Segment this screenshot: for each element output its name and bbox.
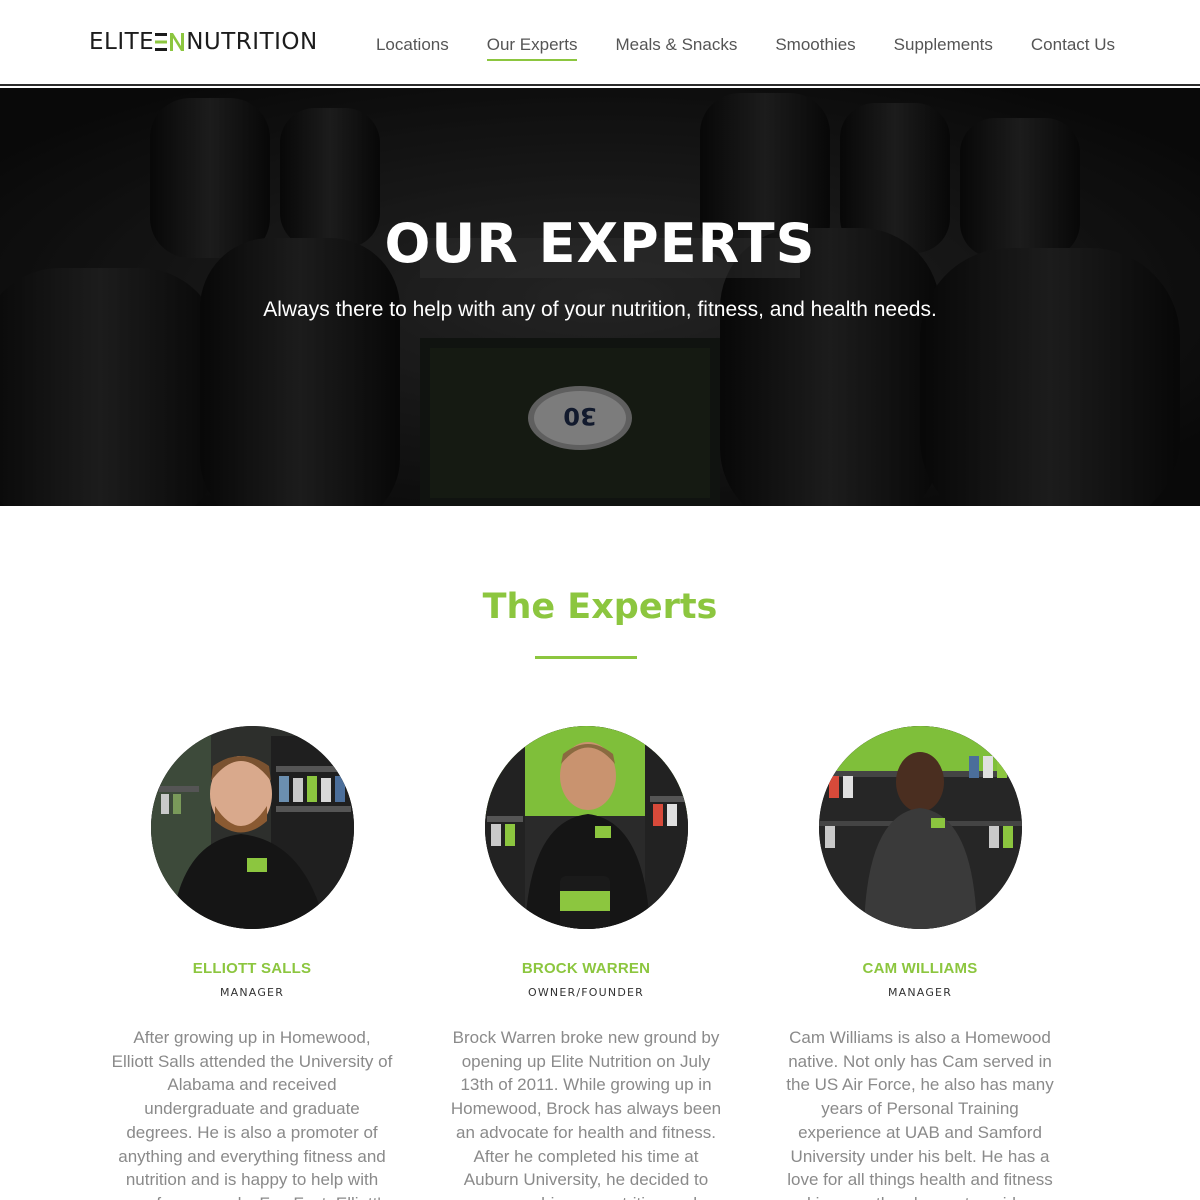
expert-role: OWNER/FOUNDER [528,986,644,999]
nav-item-contact-us[interactable]: Contact Us [1031,32,1115,58]
nav-item-our-experts[interactable]: Our Experts [486,32,577,61]
expert-role: MANAGER [887,986,953,999]
expert-name: BROCK WARREN [521,960,651,977]
expert-card-brock-warren: BROCK WARREN OWNER/FOUNDER Brock Warren … [441,726,731,1200]
hero-subtitle: Always there to help with any of your nu… [263,298,937,321]
expert-bio: Cam Williams is also a Homewood native. … [782,1028,1057,1200]
logo-text-nutrition: NUTRITION [186,29,318,55]
main-nav: Locations Our Experts Meals & Snacks Smo… [338,32,1115,61]
expert-photo-elliott-salls [150,726,354,929]
expert-bio: Brock Warren broke new ground by opening… [450,1028,722,1200]
expert-bio: After growing up in Homewood, Elliott Sa… [111,1028,393,1200]
nav-item-locations[interactable]: Locations [376,32,449,58]
expert-card-elliott-salls: ELLIOTT SALLS MANAGER After growing up i… [107,726,397,1200]
logo-text-elite: ELITE [89,29,155,55]
expert-photo-cam-williams [818,726,1022,929]
section-divider [535,656,637,659]
elite-nutrition-logo[interactable]: ELITE NUTRITION [89,30,318,54]
expert-card-cam-williams: CAM WILLIAMS MANAGER Cam Williams is als… [775,726,1065,1200]
site-header: ELITE NUTRITION Locations Our Experts Me… [0,0,1200,86]
section-title: The Experts [482,587,718,627]
expert-role: MANAGER [219,986,285,999]
page-title: OUR EXPERTS [384,212,816,275]
logo-mark-icon [155,32,185,52]
nav-item-smoothies[interactable]: Smoothies [775,32,855,58]
nav-item-supplements[interactable]: Supplements [894,32,993,58]
hero-banner: 30 OUR EXPERTS Always there to help with… [0,88,1200,506]
expert-name: ELLIOTT SALLS [192,960,312,977]
nav-item-meals-snacks[interactable]: Meals & Snacks [615,32,737,58]
expert-photo-brock-warren [484,726,688,929]
expert-name: CAM WILLIAMS [862,960,978,977]
